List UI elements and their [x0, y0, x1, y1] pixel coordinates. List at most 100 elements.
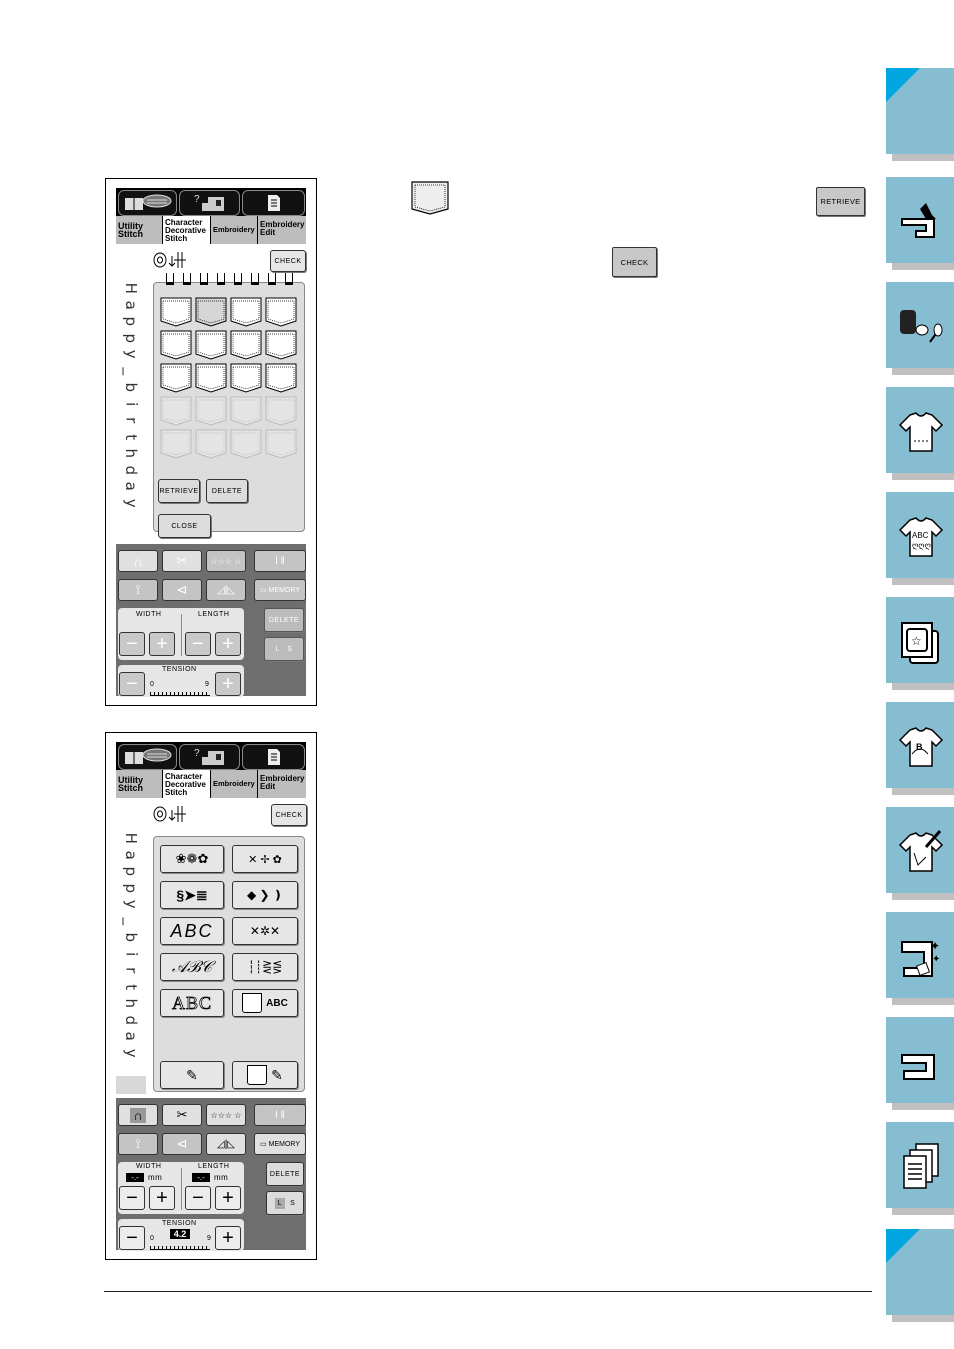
tab-embroidery[interactable]: Embroidery [211, 770, 258, 798]
pocket-slot[interactable] [195, 297, 227, 327]
pattern-button-satin-stitches[interactable]: §➤≣ [160, 881, 224, 909]
tab-embroidery-edit[interactable]: Embroidery Edit [258, 770, 306, 798]
width-minus-button[interactable]: − [119, 1186, 145, 1210]
close-button[interactable]: CLOSE [158, 514, 211, 538]
tab-utility-stitch[interactable]: Utility Stitch [116, 216, 163, 244]
pattern-button-cross-stitches[interactable]: ✕ ✢ ✿ [232, 845, 298, 873]
character-decorative-tab[interactable]: ABC ღღღ [886, 492, 954, 585]
elongation-icon: ⟟ [135, 582, 141, 597]
image-button[interactable]: ☆☆☆ ☆ [206, 550, 246, 572]
pattern-button-my-custom-stitch[interactable]: ✎ [160, 1061, 224, 1089]
elongation-button[interactable]: ⟟ [118, 579, 158, 601]
preview-character: a [122, 1031, 141, 1041]
ls-toggle-button[interactable]: L S [264, 637, 304, 661]
shirt-icon [896, 407, 946, 457]
inline-retrieve-button[interactable]: RETRIEVE [816, 187, 865, 216]
retrieve-button[interactable]: RETRIEVE [158, 479, 200, 503]
mirror-button[interactable]: ⊲ [162, 1133, 202, 1155]
pocket-slot[interactable] [195, 363, 227, 393]
delete-control-button[interactable]: DELETE [264, 608, 304, 632]
sewing-basics-tab[interactable] [886, 282, 954, 375]
pattern-button-utility-decorative-stitches[interactable]: ┆┊⋛⋚ [232, 953, 298, 981]
tension-minus-button[interactable]: − [119, 672, 145, 696]
pattern-button-leaf-stitches[interactable]: ◆ ❯ ❫ [232, 881, 298, 909]
pocket-slot[interactable] [265, 297, 297, 327]
tension-plus-button[interactable]: + [215, 672, 241, 696]
pattern-button-cross-stitch-2[interactable]: ✕✲✕ [232, 917, 298, 945]
width-plus-button[interactable]: + [149, 632, 175, 656]
pattern-button-gothic-font[interactable]: ABC [160, 917, 224, 945]
tension-minus-button[interactable]: − [119, 1226, 145, 1250]
mirror-horizontal-button[interactable]: ◿|◺ [206, 579, 246, 601]
binder-ring [285, 273, 293, 285]
inline-check-button[interactable]: CHECK [612, 247, 657, 277]
pocket-slot[interactable] [160, 330, 192, 360]
pattern-button-memory-pocket[interactable]: ABC [232, 989, 298, 1017]
help-button[interactable]: ? [179, 190, 240, 216]
sewing-machine-setup-tab[interactable] [886, 177, 954, 270]
troubleshooting-tab[interactable] [886, 1017, 954, 1110]
utility-stitches-tab[interactable] [886, 387, 954, 480]
embroidery-edit-tab[interactable]: B [886, 702, 954, 795]
pocket-slot[interactable] [160, 297, 192, 327]
mirror-horizontal-button[interactable]: ◿|◺ [206, 1133, 246, 1155]
pattern-button-custom-pocket[interactable]: ✎ [232, 1061, 298, 1089]
thread-cutter-button[interactable]: ✂ [162, 550, 202, 572]
preview-character: y [122, 349, 141, 359]
pocket-slot[interactable] [195, 330, 227, 360]
chapter-end-tab[interactable] [886, 1229, 954, 1322]
pattern-button-outline-font[interactable]: ABC [160, 989, 224, 1017]
thread-cutter-button[interactable]: ✂ [162, 1104, 202, 1126]
length-minus-button[interactable]: − [185, 632, 211, 656]
image-button[interactable]: ☆☆☆ ☆ [206, 1104, 246, 1126]
pattern-button-script-font[interactable]: 𝒜ℬ𝒞 [160, 953, 224, 981]
maintenance-tab[interactable]: ✦ ✦ [886, 912, 954, 1005]
elongation-button[interactable]: ⟟ [118, 1133, 158, 1155]
ls-toggle-button[interactable]: L S [266, 1191, 304, 1215]
check-button[interactable]: CHECK [270, 250, 306, 272]
check-button[interactable]: CHECK [271, 804, 307, 826]
document-button[interactable] [242, 744, 305, 770]
appendix-tab[interactable] [886, 1122, 954, 1215]
elongation-icon: ⟟ [135, 1136, 141, 1151]
length-plus-button[interactable]: + [215, 1186, 241, 1210]
my-custom-stitch-tab[interactable] [886, 807, 954, 900]
preview-character: p [122, 332, 141, 343]
pocket-slot[interactable] [230, 330, 262, 360]
length-minus-button[interactable]: − [185, 1186, 211, 1210]
help-machine-icon: ? [194, 748, 224, 765]
pocket-slot[interactable] [265, 363, 297, 393]
help-button[interactable]: ? [179, 744, 240, 770]
tab-character-decorative-stitch[interactable]: Character Decorative Stitch [163, 216, 211, 244]
pocket-slot[interactable] [230, 297, 262, 327]
pocket-slot[interactable] [230, 363, 262, 393]
width-minus-button[interactable]: − [119, 632, 145, 656]
pattern-button-decorative-satin-stitches[interactable]: ❀❁✿ [160, 845, 224, 873]
machine-clean-icon: ✦ ✦ [896, 932, 946, 982]
memory-button[interactable]: ▭ MEMORY [254, 579, 306, 601]
tab-character-decorative-stitch[interactable]: Character Decorative Stitch [163, 770, 211, 798]
chapter-start-tab[interactable] [886, 68, 954, 161]
delete-button[interactable]: DELETE [206, 479, 248, 503]
svg-text:B: B [916, 742, 923, 752]
mirror-button[interactable]: ⊲ [162, 579, 202, 601]
tab-embroidery-edit[interactable]: Embroidery Edit [258, 216, 306, 244]
delete-control-button[interactable]: DELETE [266, 1162, 304, 1186]
pocket-slot[interactable] [265, 330, 297, 360]
memory-button[interactable]: ▭ MEMORY [254, 1133, 306, 1155]
twin-needle-button[interactable]: ǀ ǁ [254, 1104, 306, 1126]
reverse-stitch-button[interactable]: ∩ [118, 1104, 158, 1126]
reverse-stitch-button[interactable]: ∩ [118, 550, 158, 572]
preview-character: b [122, 932, 141, 943]
length-plus-button[interactable]: + [215, 632, 241, 656]
tab-utility-stitch[interactable]: Utility Stitch [116, 770, 163, 798]
twin-needle-button[interactable]: ǀ ǁ [254, 550, 306, 572]
embroidery-tab[interactable]: ☆ [886, 597, 954, 690]
document-button[interactable] [242, 190, 305, 216]
width-plus-button[interactable]: + [149, 1186, 175, 1210]
reference-book-button[interactable] [118, 190, 177, 216]
tab-embroidery[interactable]: Embroidery [211, 216, 258, 244]
pocket-slot[interactable] [160, 363, 192, 393]
reference-book-button[interactable] [118, 744, 177, 770]
tension-plus-button[interactable]: + [215, 1226, 241, 1250]
